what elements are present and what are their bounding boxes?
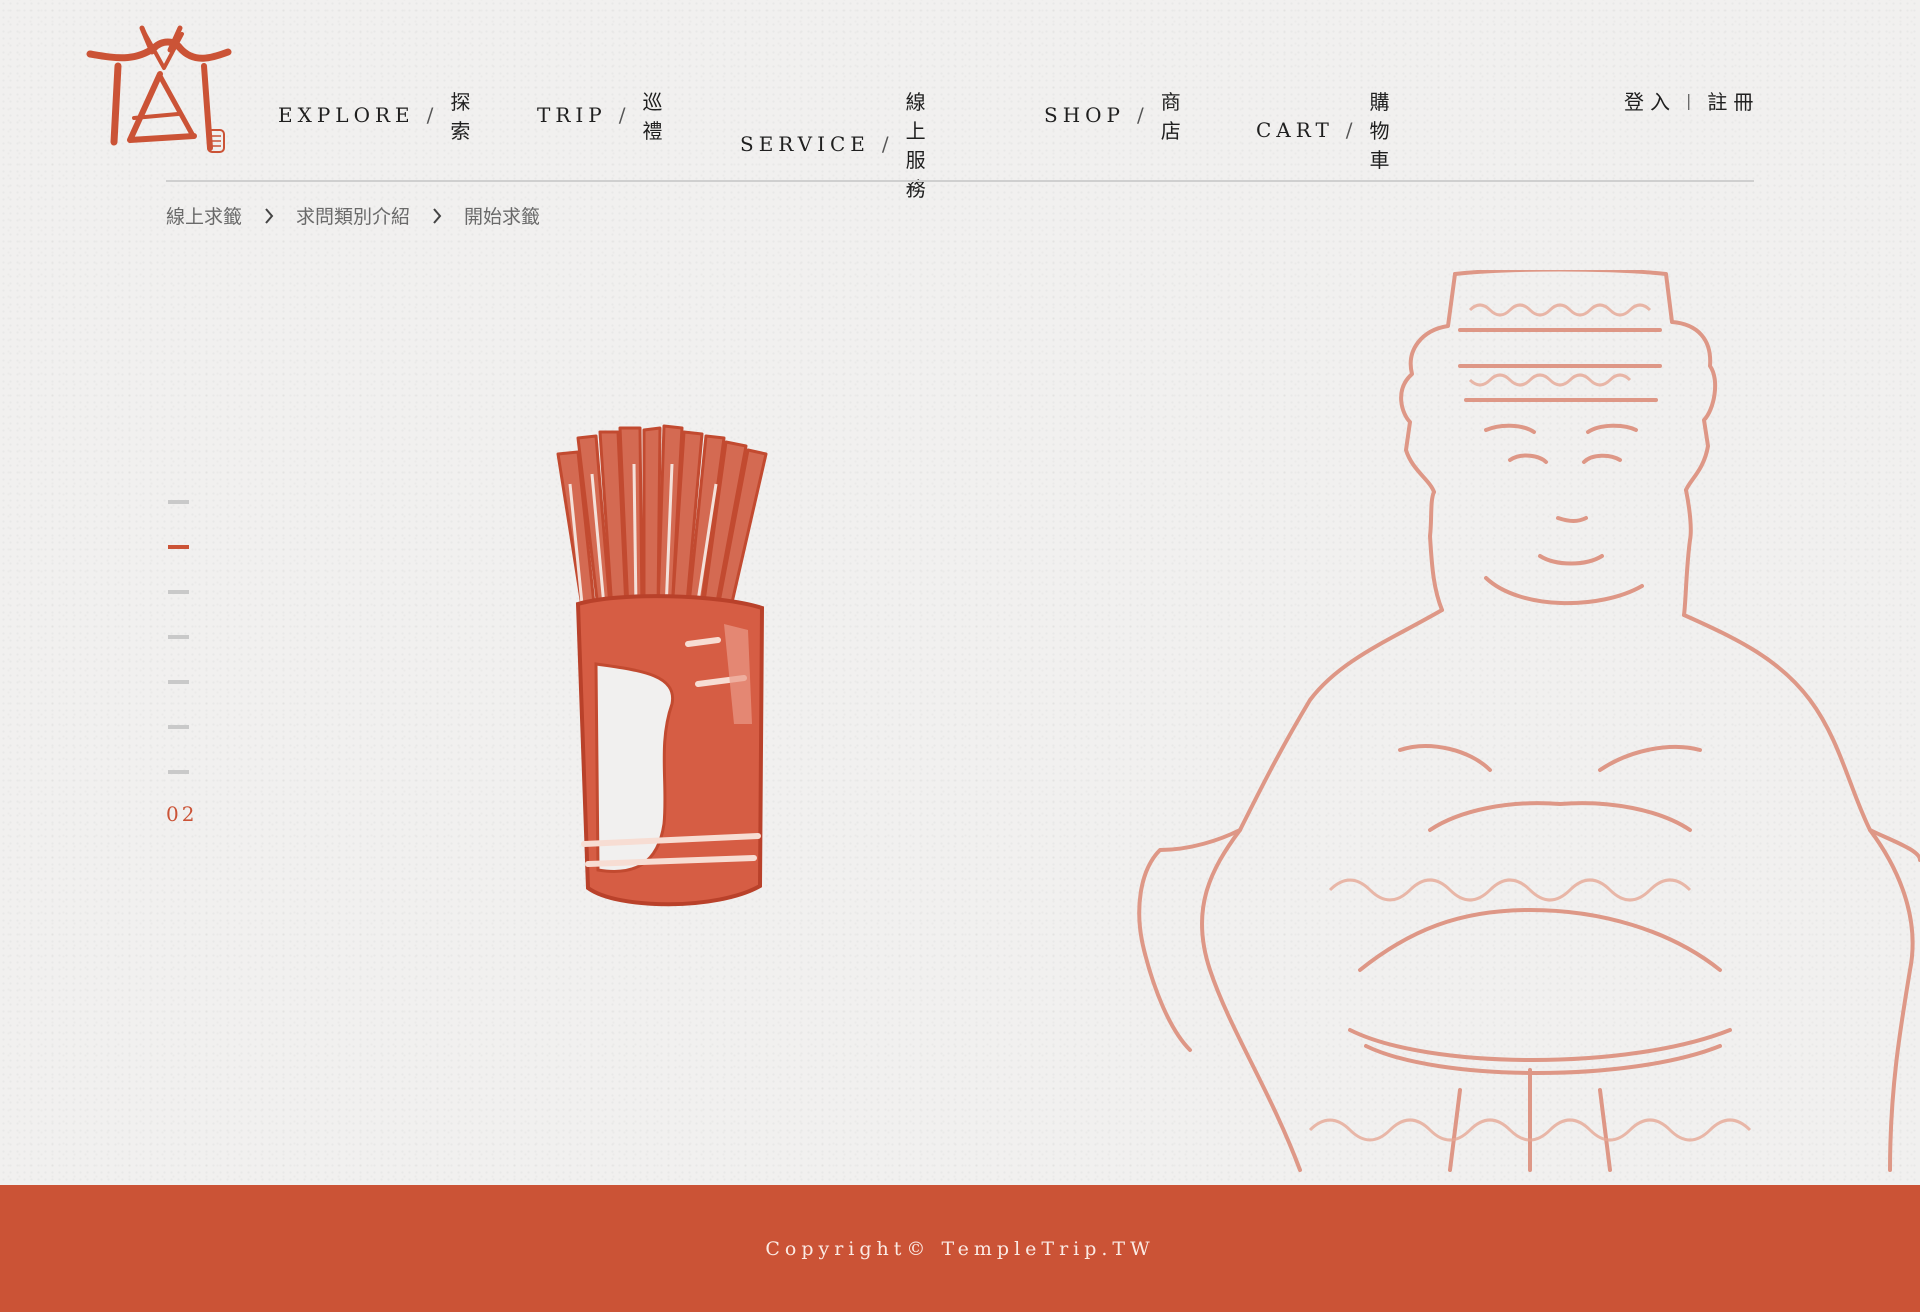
pager-current-number: 02	[166, 802, 198, 826]
nav-separator: /	[426, 103, 439, 127]
copyright-text: Copyright© TempleTrip.TW	[765, 1237, 1155, 1260]
nav-shop[interactable]: SHOP / 商店	[1044, 86, 1188, 144]
nav-separator: /	[1345, 117, 1358, 142]
breadcrumb: 線上求籤 求問類別介紹 開始求籤	[166, 202, 540, 229]
breadcrumb-item-category-intro[interactable]: 求問類別介紹	[296, 202, 410, 229]
login-link[interactable]: 登入	[1624, 86, 1676, 115]
pager-step-1[interactable]	[168, 500, 189, 504]
nav-explore[interactable]: EXPLORE / 探索	[278, 86, 477, 144]
nav-cart-zh: 購物車	[1369, 90, 1397, 172]
footer: Copyright© TempleTrip.TW	[0, 1185, 1920, 1312]
pager-step-2[interactable]	[168, 545, 189, 549]
nav-separator: /	[618, 103, 631, 127]
pager-step-5[interactable]	[168, 680, 189, 684]
nav-service-zh: 線上服務	[905, 90, 933, 201]
auth-links: 登入 | 註冊	[1624, 86, 1759, 115]
mazu-goddess-sketch-icon	[1137, 270, 1920, 1172]
nav-shop-zh: 商店	[1160, 90, 1188, 143]
pager-step-4[interactable]	[168, 635, 189, 639]
pager-step-3[interactable]	[168, 590, 189, 594]
nav-cart[interactable]: CART / 購物車	[1256, 86, 1397, 173]
nav-shop-en: SHOP	[1044, 103, 1125, 127]
nav-cart-en: CART	[1256, 117, 1334, 142]
nav-trip[interactable]: TRIP / 巡禮	[537, 86, 670, 144]
pager-step-7[interactable]	[168, 770, 189, 774]
breadcrumb-item-start-fortune: 開始求籤	[464, 206, 541, 228]
nav-service[interactable]: SERVICE / 線上服務	[740, 86, 933, 202]
nav-trip-en: TRIP	[537, 103, 607, 127]
nav-service-en: SERVICE	[740, 132, 870, 156]
register-link[interactable]: 註冊	[1707, 86, 1759, 115]
breadcrumb-item-online-fortune[interactable]: 線上求籤	[166, 202, 242, 229]
nav-separator: /	[881, 132, 894, 156]
fortune-sticks-jar-icon[interactable]	[548, 424, 778, 914]
chevron-right-icon	[265, 207, 274, 224]
header-divider	[166, 180, 1754, 182]
pager-step-6[interactable]	[168, 725, 189, 729]
nav-separator: /	[1137, 103, 1149, 127]
nav-explore-en: EXPLORE	[278, 103, 415, 127]
chevron-right-icon	[433, 207, 442, 224]
temple-logo-icon[interactable]	[84, 22, 234, 160]
nav-trip-zh: 巡禮	[642, 90, 670, 143]
auth-divider: |	[1686, 91, 1698, 110]
nav-explore-zh: 探索	[450, 90, 478, 143]
